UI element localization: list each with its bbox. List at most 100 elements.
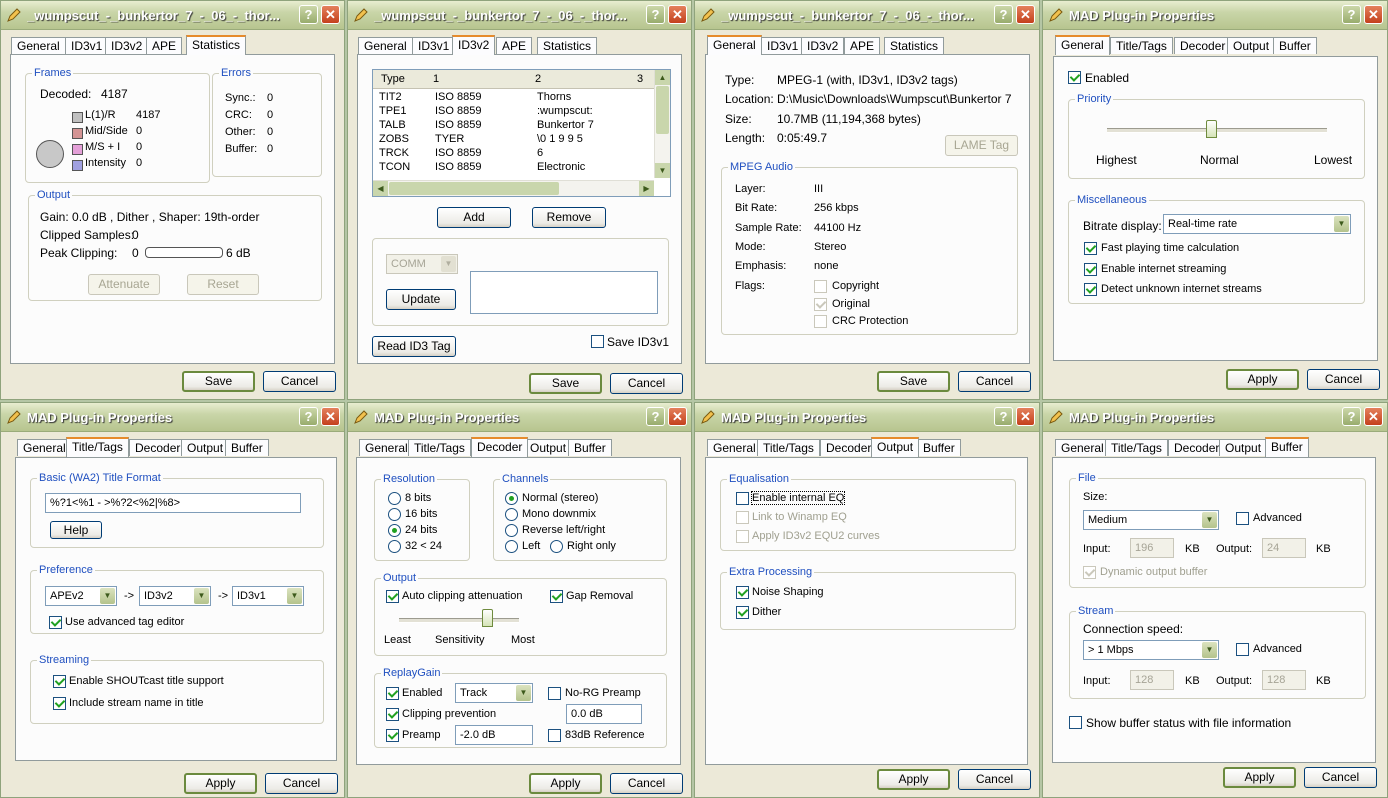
apply-button[interactable]: Apply bbox=[529, 773, 602, 794]
tab-ape[interactable]: APE bbox=[146, 37, 183, 54]
tab-title-tags[interactable]: Title/Tags bbox=[1105, 439, 1168, 456]
shoutcast-title-checkbox[interactable] bbox=[53, 675, 66, 688]
help-title-button[interactable]: ? bbox=[1342, 407, 1361, 426]
stream-output-kb-input[interactable]: 128 bbox=[1262, 670, 1306, 690]
tab-general[interactable]: General bbox=[358, 37, 413, 54]
tab-general[interactable]: General bbox=[707, 439, 762, 456]
close-button[interactable]: ✕ bbox=[668, 407, 687, 426]
tab-buffer[interactable]: Buffer bbox=[917, 439, 961, 456]
cancel-button[interactable]: Cancel bbox=[263, 371, 336, 392]
tab-decoder[interactable]: Decoder bbox=[820, 439, 878, 456]
frame-type-combo[interactable]: COMM ▼ bbox=[386, 254, 458, 274]
dither-checkbox[interactable] bbox=[736, 606, 749, 619]
tab-id3v2[interactable]: ID3v2 bbox=[452, 35, 496, 55]
show-buffer-status-checkbox[interactable] bbox=[1069, 716, 1082, 729]
save-id3v1-checkbox[interactable] bbox=[591, 335, 604, 348]
24-bits-radio[interactable] bbox=[388, 524, 401, 537]
preamp-checkbox[interactable] bbox=[386, 729, 399, 742]
save-button[interactable]: Save bbox=[877, 371, 950, 392]
reverse-radio[interactable] bbox=[505, 524, 518, 537]
scroll-right-arrow-icon[interactable]: ▶ bbox=[639, 181, 654, 196]
tab-general[interactable]: General bbox=[1055, 439, 1110, 456]
title-bar[interactable]: _wumpscut_-_bunkertor_7_-_06_-_thor... ?… bbox=[348, 1, 691, 30]
table-row[interactable]: TALB ISO 8859 Bunkertor 7 bbox=[375, 118, 598, 132]
bitrate-display-combo[interactable]: Real-time rate ▼ bbox=[1163, 214, 1351, 234]
apply-button[interactable]: Apply bbox=[1223, 767, 1296, 788]
apply-button[interactable]: Apply bbox=[877, 769, 950, 790]
frame-value-textarea[interactable] bbox=[470, 271, 658, 314]
8-bits-radio[interactable] bbox=[388, 492, 401, 505]
dynamic-output-buffer-checkbox[interactable] bbox=[1083, 566, 1096, 579]
close-button[interactable]: ✕ bbox=[1364, 407, 1383, 426]
noise-shaping-checkbox[interactable] bbox=[736, 586, 749, 599]
mono-downmix-radio[interactable] bbox=[505, 508, 518, 521]
remove-button[interactable]: Remove bbox=[532, 207, 606, 228]
title-bar[interactable]: MAD Plug-in Properties ? ✕ bbox=[1043, 1, 1387, 30]
table-row[interactable]: TPE1 ISO 8859:wumpscut: bbox=[375, 104, 598, 118]
tab-output[interactable]: Output bbox=[1227, 37, 1276, 54]
column-header[interactable]: Type bbox=[381, 73, 405, 85]
add-button[interactable]: Add bbox=[437, 207, 511, 228]
stream-advanced-checkbox[interactable] bbox=[1236, 643, 1249, 656]
title-bar[interactable]: MAD Plug-in Properties ? ✕ bbox=[1, 403, 344, 432]
close-button[interactable]: ✕ bbox=[1016, 5, 1035, 24]
connection-speed-combo[interactable]: > 1 Mbps ▼ bbox=[1083, 640, 1219, 660]
save-button[interactable]: Save bbox=[529, 373, 602, 394]
cancel-button[interactable]: Cancel bbox=[610, 373, 683, 394]
title-bar[interactable]: _wumpscut_-_bunkertor_7_-_06_-_thor... ?… bbox=[695, 1, 1039, 30]
tab-id3v1[interactable]: ID3v1 bbox=[65, 37, 109, 54]
link-winamp-eq-checkbox[interactable] bbox=[736, 511, 749, 524]
tab-buffer[interactable]: Buffer bbox=[568, 439, 612, 456]
attenuate-button[interactable]: Attenuate bbox=[88, 274, 160, 295]
help-title-button[interactable]: ? bbox=[994, 407, 1013, 426]
normal-stereo-radio[interactable] bbox=[505, 492, 518, 505]
vertical-scrollbar[interactable]: ▲ ▼ bbox=[654, 70, 670, 178]
file-output-kb-input[interactable]: 24 bbox=[1262, 538, 1306, 558]
table-row[interactable]: TIT2 ISO 8859 Thorns bbox=[375, 90, 598, 104]
priority-slider[interactable] bbox=[1206, 120, 1217, 138]
cancel-button[interactable]: Cancel bbox=[958, 769, 1031, 790]
scroll-down-arrow-icon[interactable]: ▼ bbox=[655, 163, 670, 178]
tab-general[interactable]: General bbox=[1055, 35, 1110, 55]
title-bar[interactable]: MAD Plug-in Properties ? ✕ bbox=[695, 403, 1039, 432]
help-title-button[interactable]: ? bbox=[299, 5, 318, 24]
cancel-button[interactable]: Cancel bbox=[1307, 369, 1380, 390]
internet-streaming-checkbox[interactable] bbox=[1084, 263, 1097, 276]
left-radio[interactable] bbox=[505, 540, 518, 553]
advanced-tag-editor-checkbox[interactable] bbox=[49, 616, 62, 629]
scroll-thumb[interactable] bbox=[389, 182, 559, 195]
table-row[interactable]: TRCK ISO 8859 6 bbox=[375, 146, 598, 160]
cancel-button[interactable]: Cancel bbox=[958, 371, 1031, 392]
tab-general[interactable]: General bbox=[359, 439, 414, 456]
tab-output[interactable]: Output bbox=[181, 439, 230, 456]
preference-first-combo[interactable]: APEv2 ▼ bbox=[45, 586, 117, 606]
tab-general[interactable]: General bbox=[707, 35, 762, 55]
title-format-input[interactable]: %?1<%1 - >%?2<%2|%8> bbox=[45, 493, 301, 513]
stream-input-kb-input[interactable]: 128 bbox=[1130, 670, 1174, 690]
tab-decoder[interactable]: Decoder bbox=[129, 439, 187, 456]
tab-decoder[interactable]: Decoder bbox=[1174, 37, 1232, 54]
preference-second-combo[interactable]: ID3v2 ▼ bbox=[139, 586, 211, 606]
scroll-up-arrow-icon[interactable]: ▲ bbox=[655, 70, 670, 85]
column-header[interactable]: 3 bbox=[637, 73, 643, 85]
close-button[interactable]: ✕ bbox=[1364, 5, 1383, 24]
column-header[interactable]: 1 bbox=[433, 73, 439, 85]
copyright-checkbox[interactable] bbox=[814, 280, 827, 293]
original-checkbox[interactable] bbox=[814, 298, 827, 311]
update-button[interactable]: Update bbox=[386, 289, 456, 310]
read-id3-tag-button[interactable]: Read ID3 Tag bbox=[372, 336, 456, 357]
32-bits-radio[interactable] bbox=[388, 540, 401, 553]
replaygain-mode-combo[interactable]: Track ▼ bbox=[455, 683, 533, 703]
id3-frame-list[interactable]: Type 1 2 3 TIT2 ISO 8859 Thorns TPE1 ISO 88… bbox=[372, 69, 671, 197]
tab-statistics[interactable]: Statistics bbox=[537, 37, 598, 54]
preference-third-combo[interactable]: ID3v1 ▼ bbox=[232, 586, 304, 606]
tab-title-tags[interactable]: Title/Tags bbox=[66, 437, 129, 457]
scroll-left-arrow-icon[interactable]: ◀ bbox=[373, 181, 388, 196]
file-buffer-size-combo[interactable]: Medium ▼ bbox=[1083, 510, 1219, 530]
include-stream-name-checkbox[interactable] bbox=[53, 697, 66, 710]
enabled-checkbox[interactable] bbox=[1068, 71, 1081, 84]
scroll-thumb[interactable] bbox=[656, 86, 669, 134]
column-header[interactable]: 2 bbox=[535, 73, 541, 85]
auto-clipping-checkbox[interactable] bbox=[386, 590, 399, 603]
help-button[interactable]: Help bbox=[50, 521, 102, 539]
